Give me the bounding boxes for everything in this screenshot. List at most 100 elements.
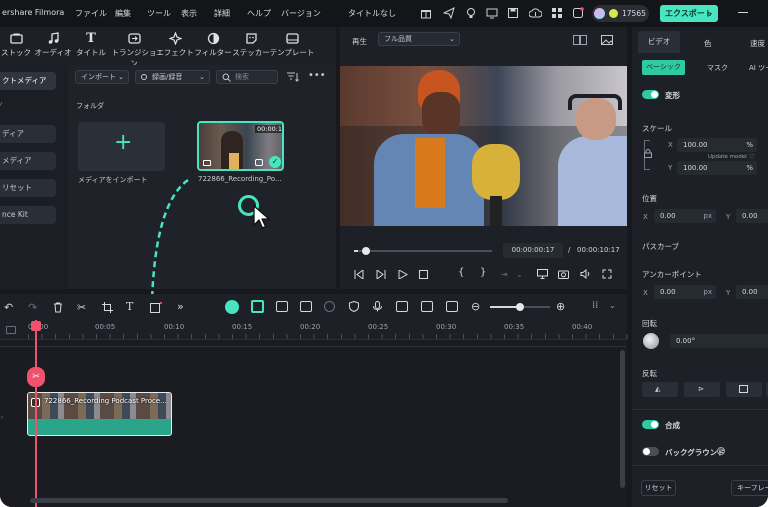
gift-icon[interactable] [420,7,432,19]
menu-version[interactable]: バージョン [281,8,321,19]
motion-track-icon[interactable] [300,301,312,312]
tab-speed[interactable]: 速度 [750,38,765,49]
timeline-video-clip[interactable]: 722866_Recording Podcast Proce... [27,392,172,436]
playhead[interactable] [35,320,37,507]
sidebar-item-kit[interactable]: nce Kit [0,206,56,224]
tab-titles[interactable]: T タイトル [68,31,114,58]
camera-snapshot-icon[interactable] [558,269,569,279]
chevron-down-icon[interactable]: ⌄ [609,301,616,310]
vertical-scrollbar[interactable] [620,350,625,488]
export-button[interactable]: エクスポート ⌄ [660,5,718,22]
video-preview[interactable] [340,66,627,226]
add-track-icon[interactable] [6,326,16,334]
shield-icon[interactable] [349,301,359,312]
rotate-right-button[interactable] [726,382,762,397]
grid-apps-icon[interactable] [551,7,563,19]
tab-templates[interactable]: テンプレート [268,31,316,58]
menu-advanced[interactable]: 詳細 [214,8,230,19]
scale-x-input[interactable]: 100.00 % [677,138,757,152]
send-icon[interactable] [443,7,455,19]
ai-tool-icon[interactable] [225,300,239,314]
filter-sort-icon[interactable] [287,72,299,82]
sidebar-item-media[interactable]: ディア [0,125,56,143]
menu-file[interactable]: ファイル [75,8,107,19]
delete-icon[interactable] [53,302,63,313]
track-visibility-icon[interactable]: ◦ [0,414,4,422]
avatar[interactable] [594,8,605,19]
composite-toggle[interactable] [642,420,659,429]
menu-tools[interactable]: ツール [147,8,171,19]
scissors-icon[interactable]: ✂ [77,301,86,314]
monitor-icon[interactable] [486,7,498,19]
anchor-y-input[interactable]: 0.00 [736,285,768,299]
undo-icon[interactable]: ↶ [4,301,13,314]
menu-help[interactable]: ヘルプ [247,8,271,19]
play-icon[interactable] [398,270,408,279]
menu-edit[interactable]: 編集 [115,8,131,19]
layout-grid-icon[interactable]: ⁞⁞ [592,300,598,311]
transform-tool-icon[interactable] [150,302,162,313]
play-frame-icon[interactable] [376,270,386,279]
sidebar-item-cloud-media[interactable]: メディア [0,152,56,170]
credits-badge[interactable]: 17565 [592,5,649,22]
import-media-tile[interactable]: + [78,122,165,171]
mark-in-icon[interactable]: { [458,267,464,278]
fullscreen-icon[interactable] [602,269,612,279]
quality-dropdown[interactable]: フル品質 ⌄ [378,32,460,46]
volume-icon[interactable] [580,269,591,279]
sidebar-item-project-media[interactable]: クトメディア [0,72,56,90]
transform-toggle[interactable] [642,90,659,99]
save-icon[interactable] [507,7,519,19]
preview-progress-knob[interactable] [362,247,371,255]
bulb-icon[interactable] [465,7,477,19]
rotate-dial[interactable] [643,333,659,349]
keyframe-button[interactable]: キーフレー [731,480,768,496]
position-x-input[interactable]: 0.00 px [654,209,716,223]
subtab-basic[interactable]: ベーシック [642,60,685,75]
help-icon[interactable]: ? [717,447,725,455]
more-tools-icon[interactable]: » [177,300,184,313]
subtitle-icon[interactable] [396,301,408,312]
mark-out-icon[interactable]: } [480,267,486,278]
cloud-upload-icon[interactable] [529,7,542,19]
smart-cut-icon[interactable] [251,300,264,313]
more-options-icon[interactable]: ••• [308,70,326,81]
media-clip-thumbnail[interactable]: 00:00:10 ✓ [197,121,284,171]
redo-icon[interactable]: ↷ [28,301,37,314]
split-scissors-icon[interactable]: ✂ [27,367,45,387]
search-input[interactable]: 検索 [216,70,278,84]
zoom-out-icon[interactable]: ⊖ [471,300,480,313]
fit-icon[interactable] [446,301,458,312]
dropdown-arrow-icon[interactable]: ⌄ [516,270,523,279]
insert-icon[interactable]: ⇥ [501,270,508,279]
record-dropdown[interactable]: 録画/録音 ⌄ [135,70,210,84]
menu-view[interactable]: 表示 [181,8,197,19]
replace-icon[interactable] [421,301,433,312]
rotate-input[interactable]: 0.00° [670,334,768,348]
crop-icon[interactable] [102,302,113,313]
tab-color[interactable]: 色 [704,38,712,49]
preview-progress-track[interactable] [354,247,492,255]
lock-icon[interactable] [644,149,652,158]
reset-button[interactable]: リセット [641,480,676,496]
playhead-handle[interactable] [31,321,41,331]
background-toggle[interactable] [642,447,659,456]
tab-transitions[interactable]: トランジション [110,31,158,69]
step-back-icon[interactable] [354,270,364,279]
bulb-hint-icon[interactable]: ♡ [749,153,755,161]
snapshot-image-icon[interactable] [601,35,613,45]
flip-horizontal-button[interactable]: ◭ [642,382,678,397]
subtab-ai-tools[interactable]: AI ツー [749,63,768,73]
anchor-x-input[interactable]: 0.00 px [654,285,716,299]
microphone-icon[interactable] [373,301,382,312]
scale-y-input[interactable]: 100.00 % [677,161,757,175]
import-dropdown[interactable]: インポート ⌄ [75,70,129,84]
horizontal-scrollbar[interactable] [30,498,508,503]
display-icon[interactable] [537,269,548,279]
zoom-in-icon[interactable]: ⊕ [556,300,565,313]
text-tool-icon[interactable]: T [126,300,133,313]
position-y-input[interactable]: 0.00 [736,209,768,223]
sidebar-item-presets[interactable]: リセット [0,179,56,197]
minimize-icon[interactable] [738,12,748,13]
compare-view-icon[interactable] [573,35,587,45]
